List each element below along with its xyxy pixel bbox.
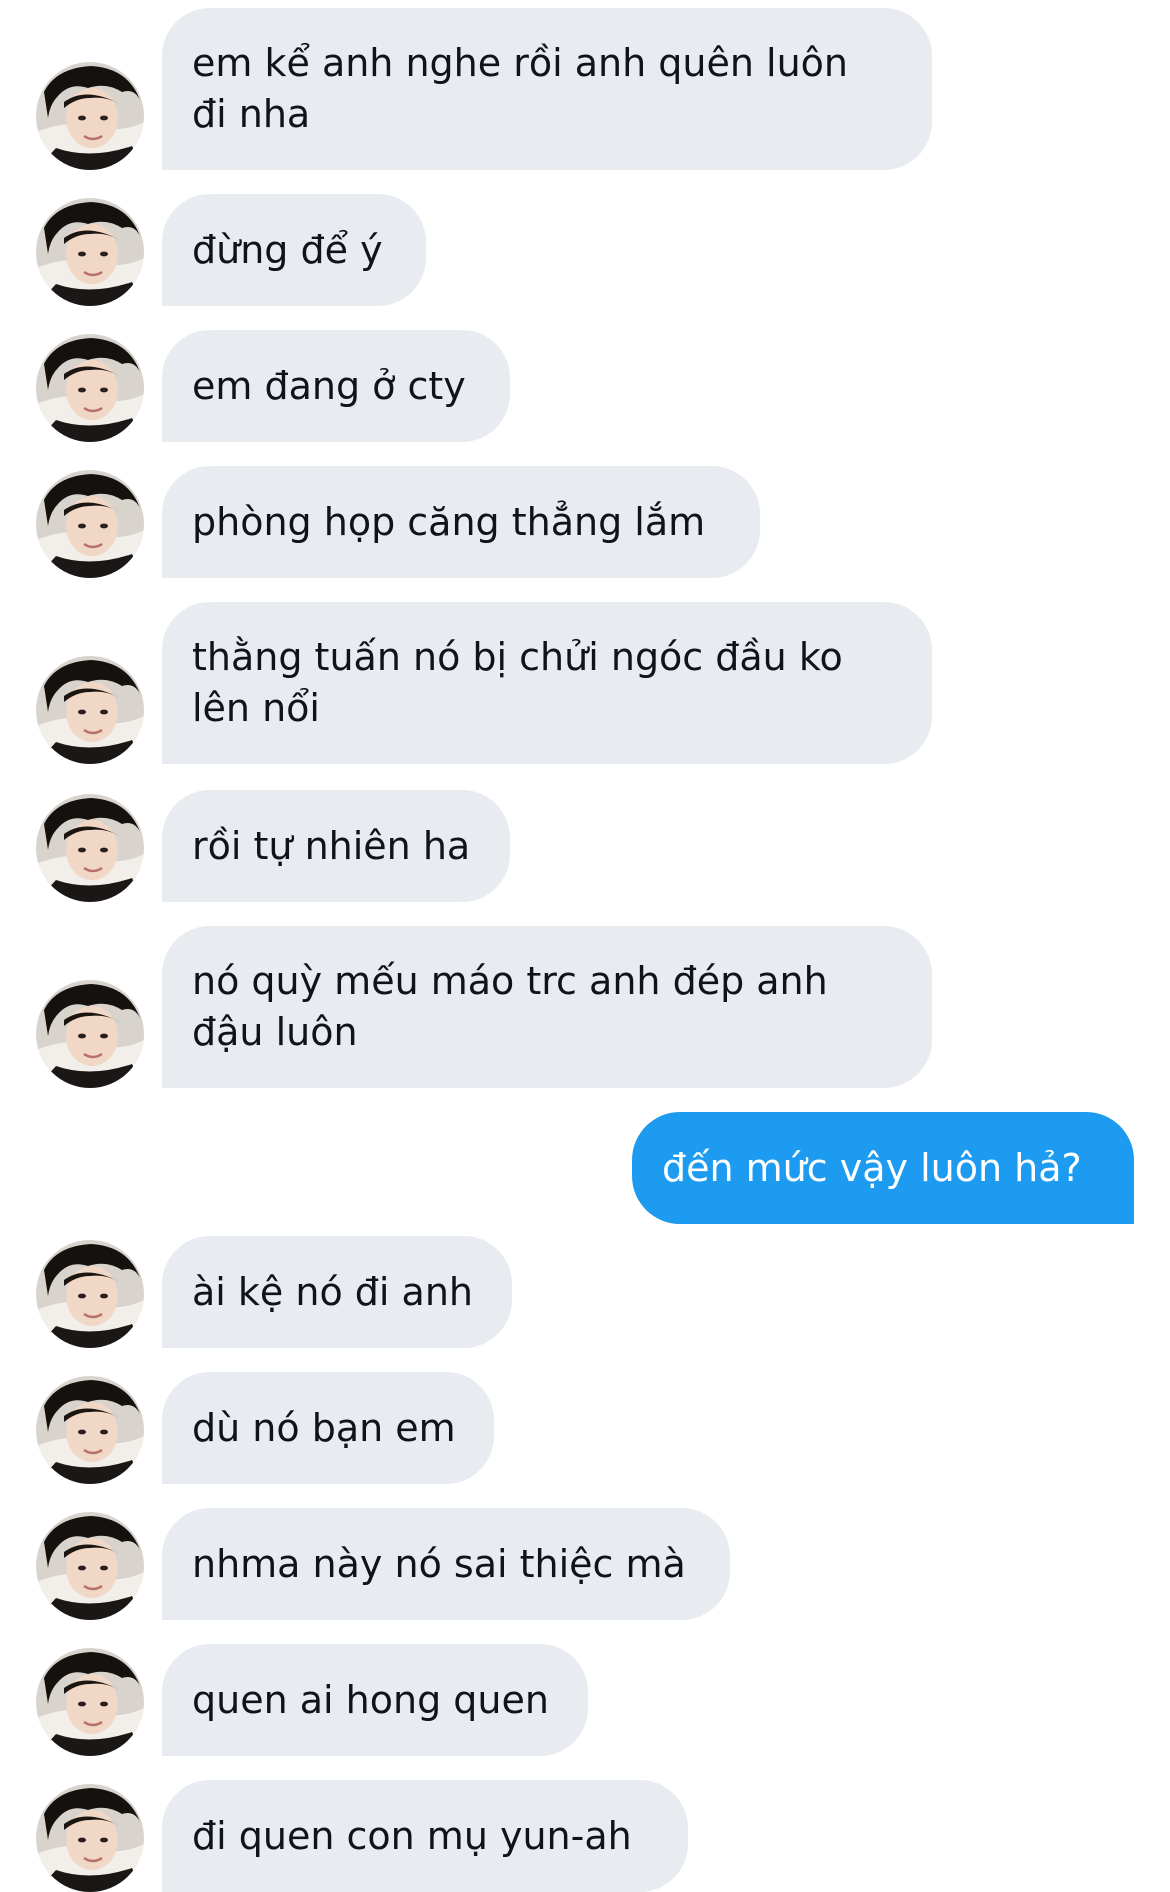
- avatar[interactable]: [36, 62, 144, 170]
- avatar[interactable]: [36, 1648, 144, 1756]
- message-bubble: em kể anh nghe rồi anh quên luôn đi nha: [162, 8, 932, 170]
- avatar[interactable]: [36, 794, 144, 902]
- avatar[interactable]: [36, 470, 144, 578]
- avatar[interactable]: [36, 1376, 144, 1484]
- avatar[interactable]: [36, 980, 144, 1088]
- message-bubble: thằng tuấn nó bị chửi ngóc đầu ko lên nổ…: [162, 602, 932, 764]
- message-bubble: ài kệ nó đi anh: [162, 1236, 512, 1348]
- avatar[interactable]: [36, 1240, 144, 1348]
- message-bubble: rồi tự nhiên ha: [162, 790, 510, 902]
- message-bubble: dù nó bạn em: [162, 1372, 494, 1484]
- message-bubble: đừng để ý: [162, 194, 426, 306]
- message-bubble-outgoing: đến mức vậy luôn hả?: [632, 1112, 1134, 1224]
- avatar[interactable]: [36, 656, 144, 764]
- message-bubble: nó quỳ mếu máo trc anh đép anh đậu luôn: [162, 926, 932, 1088]
- message-bubble: phòng họp căng thẳng lắm: [162, 466, 760, 578]
- avatar[interactable]: [36, 334, 144, 442]
- avatar[interactable]: [36, 1784, 144, 1892]
- message-bubble: nhma này nó sai thiệc mà: [162, 1508, 730, 1620]
- avatar[interactable]: [36, 1512, 144, 1620]
- message-bubble: em đang ở cty: [162, 330, 510, 442]
- message-bubble: quen ai hong quen: [162, 1644, 588, 1756]
- message-bubble: đi quen con mụ yun-ah: [162, 1780, 688, 1892]
- avatar[interactable]: [36, 198, 144, 306]
